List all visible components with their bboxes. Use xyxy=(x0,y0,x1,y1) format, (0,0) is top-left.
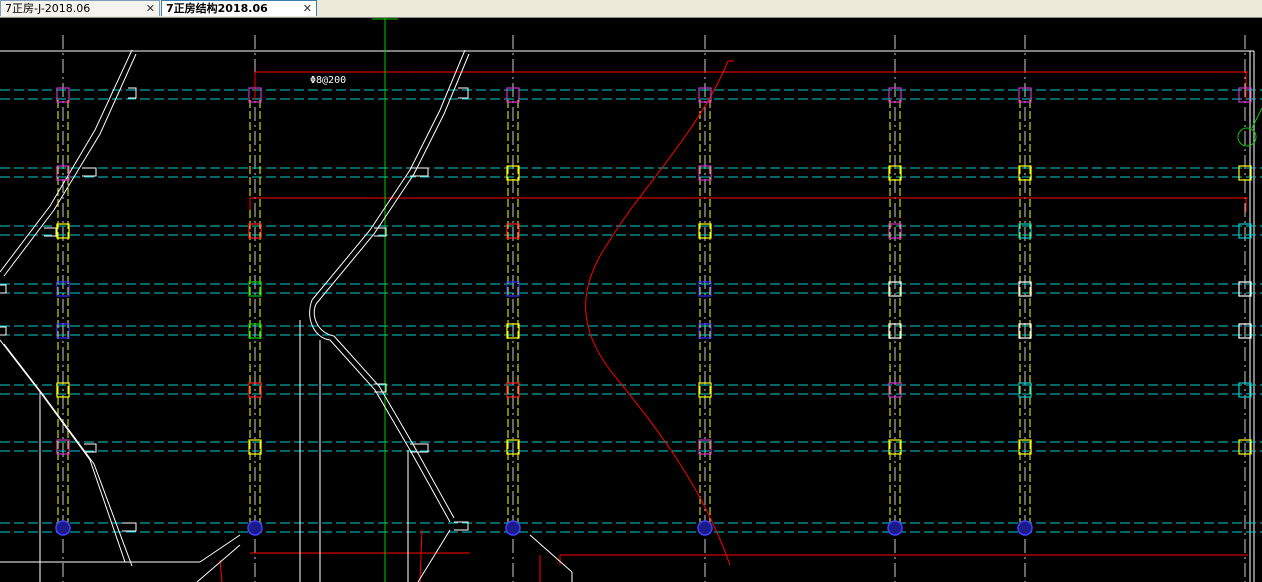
rebar-spec-label: Φ8@200 xyxy=(310,75,347,86)
pile-circle xyxy=(55,520,71,536)
horizontal-axes xyxy=(0,89,1262,533)
tab-drawing-structure[interactable]: 7正房结构2018.06 ✕ xyxy=(161,0,317,16)
column-frames xyxy=(57,100,1031,525)
cad-drawing[interactable] xyxy=(0,18,1262,582)
tab-drawing-j[interactable]: 7正房-J-2018.06 ✕ xyxy=(0,0,160,16)
red-contour-curve xyxy=(585,60,731,566)
close-icon[interactable]: ✕ xyxy=(303,1,312,16)
slab-outline xyxy=(0,50,1255,582)
pile-circle xyxy=(247,520,263,536)
stair-outlines xyxy=(0,49,573,582)
vertical-axes xyxy=(62,35,1246,582)
tab-label: 7正房-J-2018.06 xyxy=(5,2,91,15)
close-icon[interactable]: ✕ xyxy=(146,1,155,16)
red-beams xyxy=(219,71,1248,582)
pile-circle xyxy=(505,520,521,536)
green-guide-line xyxy=(372,18,398,582)
column-markers xyxy=(56,87,1252,455)
tab-label: 7正房结构2018.06 xyxy=(166,2,268,15)
pile-circle xyxy=(887,520,903,536)
document-tab-bar: 7正房-J-2018.06 ✕ 7正房结构2018.06 ✕ xyxy=(0,0,1262,18)
pile-circle xyxy=(1017,520,1033,536)
pile-circle xyxy=(697,520,713,536)
cad-drawing-canvas[interactable]: Φ8@200 xyxy=(0,18,1262,582)
